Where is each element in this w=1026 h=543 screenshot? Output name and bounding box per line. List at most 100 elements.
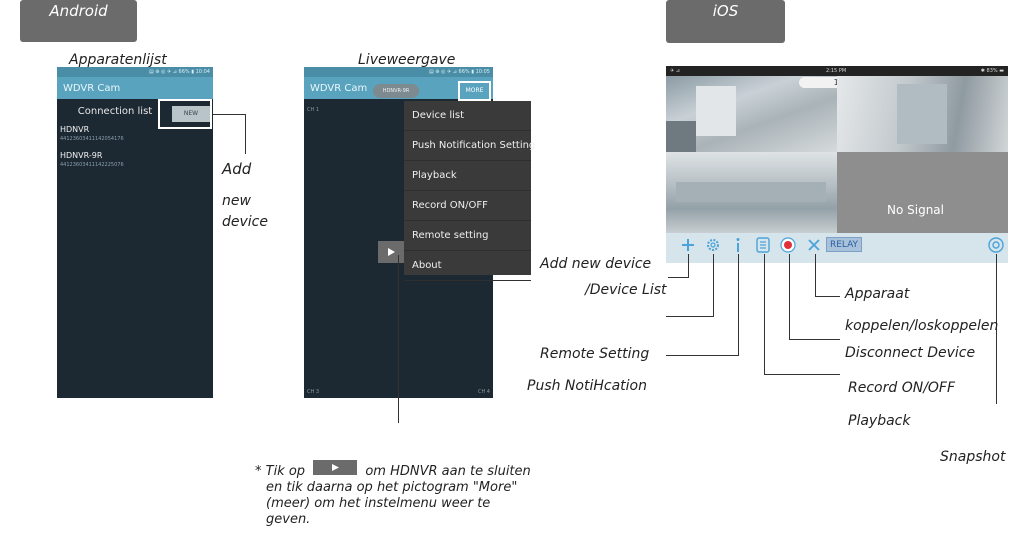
remote-pointer-vertical <box>713 254 714 316</box>
device-list-label: /Device List <box>585 282 667 298</box>
menu-item-about[interactable]: About <box>404 251 531 281</box>
add-pointer-horizontal <box>668 277 689 278</box>
add-pointer-h <box>213 114 246 115</box>
record-pointer-vertical <box>789 254 790 339</box>
camera-view-3[interactable] <box>666 152 837 233</box>
push-notification-button[interactable] <box>730 237 746 253</box>
playback-pointer-horizontal <box>764 374 840 375</box>
add-pointer-v <box>245 114 246 154</box>
list-icon <box>756 237 770 253</box>
remote-setting-button[interactable] <box>705 237 721 253</box>
camera-1-detail <box>696 86 736 136</box>
settings-menu: Device list Push Notification Setting Pl… <box>404 101 535 281</box>
push-pointer-horizontal <box>666 355 739 356</box>
android-tag-label: Android <box>49 2 108 20</box>
footnote-text-b: om HDNVR aan te sluiten <box>365 464 531 479</box>
record-label: Record ON/OFF <box>848 380 956 396</box>
add-device-button[interactable] <box>680 237 696 253</box>
android-tag: Android <box>20 0 137 42</box>
phone1-app-title: WDVR Cam <box>63 82 121 94</box>
phone2-app-title: WDVR Cam <box>310 82 368 94</box>
more-button[interactable]: MORE <box>458 81 491 101</box>
play-icon <box>388 248 395 256</box>
playback-button[interactable] <box>755 237 771 253</box>
relay-label: RELAY <box>829 240 859 250</box>
device-pill[interactable]: HDNVR-9R <box>373 84 419 98</box>
play-button[interactable] <box>378 241 404 263</box>
phone2-caption: Liveweergave <box>358 52 456 68</box>
camera-view-4[interactable]: No Signal <box>837 152 1008 233</box>
camera-3-detail <box>676 182 826 202</box>
ios-status-bar: ✈ ⊿ 2:15 PM ✱ 83% ▬ <box>666 66 1008 76</box>
disconnect-device-label: Disconnect Device <box>845 345 976 361</box>
new-device-button[interactable]: NEW <box>172 106 210 122</box>
add-label: Add <box>222 160 252 178</box>
plus-icon <box>682 239 694 251</box>
new-label: new <box>222 193 251 209</box>
phone1-status-text: ▤ ⊕ ◎ ✈ ⊿ 66% ▮ 10:04 <box>148 69 210 75</box>
device-item-hdnvr-9r[interactable]: HDNVR-9R 44123603411142225076 <box>57 151 213 177</box>
ios-status-left: ✈ ⊿ <box>670 68 680 74</box>
record-pointer-horizontal <box>789 339 840 340</box>
channel-1-label: CH 1 <box>307 107 320 113</box>
footnote-line-2: en tik daarna op het pictogram "More" <box>266 480 518 495</box>
ios-status-time: 2:15 PM <box>826 68 847 74</box>
device-id: 44123603411142225076 <box>60 162 124 168</box>
ios-tag: iOS <box>666 0 785 43</box>
inline-play-icon <box>313 460 358 475</box>
record-icon <box>780 237 796 253</box>
footnote: * Tik op om HDNVR aan te sluiten en tik … <box>255 460 531 528</box>
camera-view-2[interactable] <box>837 76 1008 152</box>
camera-1-shadow <box>666 121 696 152</box>
playback-pointer-vertical <box>764 254 765 374</box>
phone2-status-bar: ▤ ⊕ ◎ ✈ ⊿ 66% ▮ 10:05 <box>304 67 493 77</box>
device-id: 44123603411142054176 <box>60 136 124 142</box>
channel-3-label: CH 3 <box>307 389 320 395</box>
device-label: device <box>222 214 268 230</box>
new-button-label: NEW <box>183 110 199 117</box>
footnote-line-4: geven. <box>266 512 311 527</box>
disconnect-button[interactable] <box>806 237 822 253</box>
snapshot-button[interactable] <box>988 237 1004 253</box>
device-pill-label: HDNVR-9R <box>382 88 410 94</box>
relay-button[interactable]: RELAY <box>826 237 862 252</box>
playback-label: Playback <box>848 413 911 429</box>
snapshot-label: Snapshot <box>940 449 1006 465</box>
phone1-app-bar: WDVR Cam <box>57 77 213 99</box>
device-name: HDNVR-9R <box>60 151 103 160</box>
disconnect-pointer-vertical <box>815 254 816 296</box>
phone2-status-text: ▤ ⊕ ◎ ✈ ⊿ 66% ▮ 10:05 <box>428 69 490 75</box>
record-button[interactable] <box>780 237 796 253</box>
menu-item-playback[interactable]: Playback <box>404 161 531 191</box>
push-pointer-vertical <box>738 254 739 355</box>
more-button-label: MORE <box>465 87 484 94</box>
menu-item-device-list[interactable]: Device list <box>404 101 531 131</box>
connection-list-title: Connection list <box>77 106 153 117</box>
snapshot-icon <box>988 237 1004 253</box>
camera-2-detail <box>897 84 947 144</box>
phone1-caption: Apparatenlijst <box>69 52 167 68</box>
ios-status-right: ✱ 83% ▬ <box>980 68 1004 74</box>
apparaat-label: Apparaat <box>845 286 910 302</box>
footnote-line-3: (meer) om het instelmenu weer te <box>266 496 491 511</box>
push-notification-label: Push NotiHcation <box>527 378 647 394</box>
no-signal-label: No Signal <box>887 203 944 217</box>
menu-item-push-notification[interactable]: Push Notification Setting <box>404 131 535 161</box>
footnote-text-a: * Tik op <box>255 464 306 479</box>
ios-tag-label: iOS <box>712 2 739 20</box>
footnote-line-1: * Tik op om HDNVR aan te sluiten <box>255 460 531 480</box>
add-new-device-label: Add new device <box>540 256 652 272</box>
disconnect-icon <box>808 239 820 251</box>
menu-item-record[interactable]: Record ON/OFF <box>404 191 531 221</box>
koppelen-label: koppelen/loskoppelen <box>845 318 999 334</box>
phone1-status-bar: ▤ ⊕ ◎ ✈ ⊿ 66% ▮ 10:04 <box>57 67 213 77</box>
disconnect-pointer-horizontal <box>815 296 840 297</box>
remote-setting-label: Remote Setting <box>540 346 650 362</box>
menu-item-remote-setting[interactable]: Remote setting <box>404 221 531 251</box>
play-pointer <box>398 255 399 423</box>
gear-icon <box>707 239 719 251</box>
remote-pointer-horizontal <box>666 316 714 317</box>
add-pointer-vertical <box>688 254 689 277</box>
channel-4-label: CH 4 <box>477 389 490 395</box>
info-icon <box>736 238 740 252</box>
